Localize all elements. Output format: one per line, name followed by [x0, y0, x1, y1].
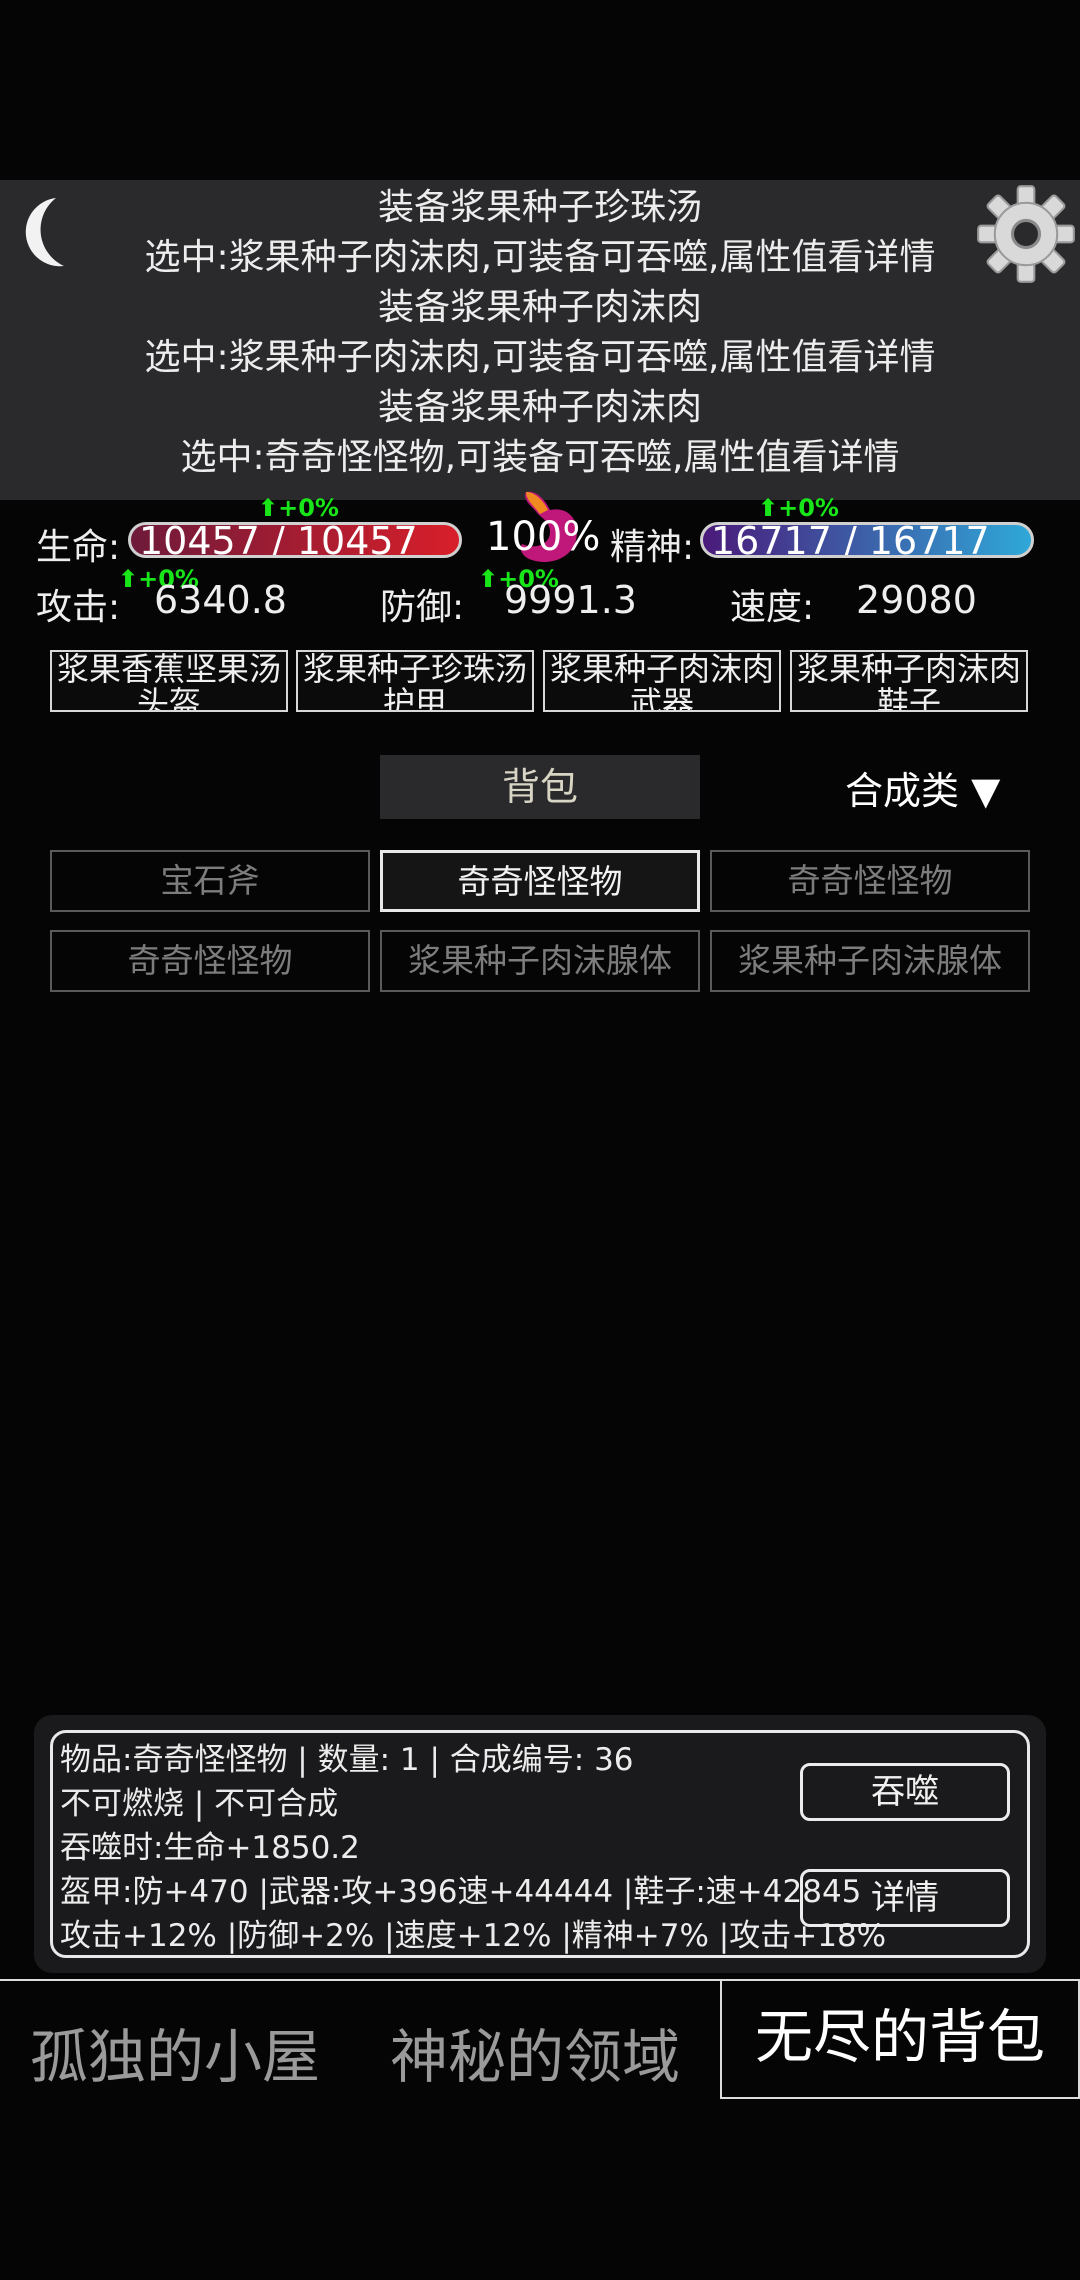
- log-line: 选中:浆果种子肉沫肉,可装备可吞噬,属性值看详情: [144, 337, 936, 378]
- arrow-up-icon: ⬆: [118, 565, 139, 593]
- gear-icon[interactable]: [974, 182, 1078, 286]
- life-label: 生命:: [36, 527, 121, 568]
- equip-slot-helmet[interactable]: 浆果香蕉坚果汤头盔: [50, 650, 288, 712]
- arrow-up-icon: ⬆: [478, 565, 499, 593]
- bag-item[interactable]: 宝石斧: [50, 850, 370, 912]
- nav-tab-cabin[interactable]: 孤独的小屋: [30, 2010, 320, 2094]
- nav-tab-realm[interactable]: 神秘的领域: [390, 2010, 680, 2094]
- detail-button[interactable]: 详情: [800, 1869, 1010, 1927]
- speed-label: 速度:: [730, 587, 815, 628]
- log-line: 装备浆果种子肉沫肉: [377, 387, 702, 428]
- spirit-bar: 16717 / 16717: [700, 522, 1034, 558]
- info-line: 吞噬时:生命+1850.2: [60, 1830, 360, 1866]
- defense-value: 9991.3: [504, 578, 637, 622]
- tab-bag[interactable]: 背包: [380, 755, 700, 819]
- bag-item-selected[interactable]: 奇奇怪怪物: [380, 850, 700, 912]
- hunger-percent: 100%: [486, 514, 601, 560]
- nav-tab-bag-active[interactable]: 无尽的背包: [720, 1979, 1080, 2099]
- arrow-up-icon: ⬆: [258, 494, 279, 522]
- log-line: 选中:奇奇怪怪物,可装备可吞噬,属性值看详情: [180, 437, 900, 478]
- equip-slot-weapon[interactable]: 浆果种子肉沫肉武器: [543, 650, 781, 712]
- spirit-label: 精神:: [610, 527, 695, 568]
- nav-divider: [0, 1979, 722, 1981]
- moon-icon[interactable]: [8, 192, 80, 272]
- info-line: 物品:奇奇怪怪物 | 数量: 1 | 合成编号: 36: [60, 1742, 634, 1778]
- bag-item[interactable]: 浆果种子肉沫腺体: [380, 930, 700, 992]
- defense-label: 防御:: [380, 587, 465, 628]
- spirit-delta: ⬆+0%: [758, 494, 839, 522]
- attack-label: 攻击:: [36, 587, 121, 628]
- spirit-value: 16717 / 16717: [711, 522, 990, 558]
- arrow-up-icon: ⬆: [758, 494, 779, 522]
- message-log: 装备浆果种子珍珠汤 选中:浆果种子肉沫肉,可装备可吞噬,属性值看详情 装备浆果种…: [0, 180, 1080, 500]
- log-line: 选中:浆果种子肉沫肉,可装备可吞噬,属性值看详情: [144, 237, 936, 278]
- info-line: 不可燃烧 | 不可合成: [60, 1786, 339, 1822]
- speed-value: 29080: [856, 578, 977, 622]
- equip-slot-armor[interactable]: 浆果种子珍珠汤护甲: [296, 650, 534, 712]
- log-line: 装备浆果种子肉沫肉: [377, 287, 702, 328]
- life-bar: 10457 / 10457: [128, 522, 462, 558]
- info-line: 盔甲:防+470 |武器:攻+396速+44444 |鞋子:速+42845: [60, 1874, 862, 1910]
- bag-item[interactable]: 浆果种子肉沫腺体: [710, 930, 1030, 992]
- info-line: 攻击+12% |防御+2% |速度+12% |精神+7% |攻击+18%: [60, 1918, 887, 1954]
- bag-item[interactable]: 奇奇怪怪物: [50, 930, 370, 992]
- life-delta: ⬆+0%: [258, 494, 339, 522]
- life-value: 10457 / 10457: [139, 522, 418, 558]
- devour-button[interactable]: 吞噬: [800, 1763, 1010, 1821]
- sort-dropdown[interactable]: 合成类 ▼: [845, 760, 1000, 815]
- attack-value: 6340.8: [154, 578, 287, 622]
- bag-item[interactable]: 奇奇怪怪物: [710, 850, 1030, 912]
- equip-slot-shoes[interactable]: 浆果种子肉沫肉鞋子: [790, 650, 1028, 712]
- log-line: 装备浆果种子珍珠汤: [377, 187, 702, 228]
